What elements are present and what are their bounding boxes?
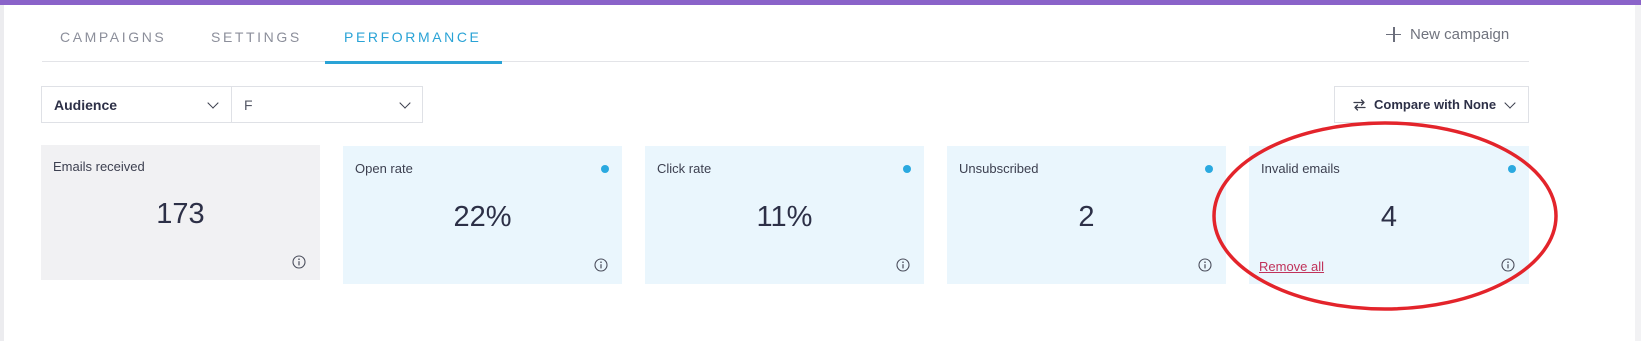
tab-campaigns-label: CAMPAIGNS [60,29,167,45]
chevron-down-icon [208,100,217,109]
new-campaign-button[interactable]: New campaign [1386,23,1509,45]
status-dot [1508,165,1516,173]
info-icon[interactable] [594,258,608,272]
metric-value: 173 [156,198,205,230]
tab-campaigns[interactable]: CAMPAIGNS [60,5,166,62]
new-campaign-label: New campaign [1410,25,1510,43]
status-dot [903,165,911,173]
audience-dropdown[interactable]: Audience [41,86,232,123]
info-icon[interactable] [292,255,306,269]
metric-label: Invalid emails [1261,161,1340,176]
metric-value: 11% [756,201,813,233]
active-tab-indicator [325,61,502,64]
plus-icon [1386,26,1401,42]
metric-label: Click rate [657,161,712,176]
remove-all-link[interactable]: Remove all [1259,259,1324,274]
metric-card-invalid-emails: Invalid emails 4 Remove all [1249,146,1529,284]
segment-dropdown-value: F [244,96,253,113]
swap-arrows-icon [1353,98,1366,111]
left-edge-divider [0,5,4,341]
tab-settings[interactable]: SETTINGS [211,5,302,62]
metric-value: 4 [1380,201,1398,233]
tab-settings-label: SETTINGS [211,29,302,45]
status-dot [601,165,609,173]
metric-card-click-rate: Click rate 11% [645,146,924,284]
metric-card-open-rate: Open rate 22% [343,146,622,284]
info-icon[interactable] [1501,258,1515,272]
tab-bar: CAMPAIGNS SETTINGS PERFORMANCE [42,5,1529,64]
segment-dropdown[interactable]: F [231,86,423,123]
right-edge-divider [1635,5,1641,341]
metric-card-emails-received: Emails received 173 [41,145,320,280]
info-icon[interactable] [1198,258,1212,272]
metric-label: Unsubscribed [959,161,1039,176]
chevron-down-icon [1505,100,1514,109]
chevron-down-icon [400,100,409,109]
compare-dropdown[interactable]: Compare with None [1334,86,1529,123]
metric-card-unsubscribed: Unsubscribed 2 [947,146,1226,284]
metric-value: 22% [453,201,512,233]
metric-value: 2 [1078,201,1095,233]
audience-dropdown-value: Audience [54,96,118,113]
compare-dropdown-label: Compare with None [1374,97,1497,112]
metric-label: Emails received [53,159,145,174]
status-dot [1205,165,1213,173]
tab-performance[interactable]: PERFORMANCE [325,5,502,64]
info-icon[interactable] [896,258,910,272]
tab-performance-label: PERFORMANCE [344,29,482,45]
metric-label: Open rate [355,161,413,176]
